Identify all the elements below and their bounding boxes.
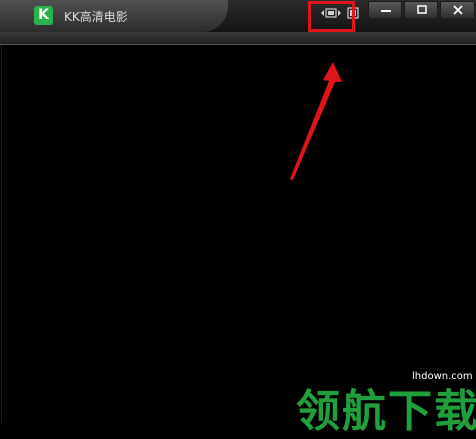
annotation-arrow [290, 62, 342, 180]
watermark-text: 领航下载 [296, 386, 476, 437]
